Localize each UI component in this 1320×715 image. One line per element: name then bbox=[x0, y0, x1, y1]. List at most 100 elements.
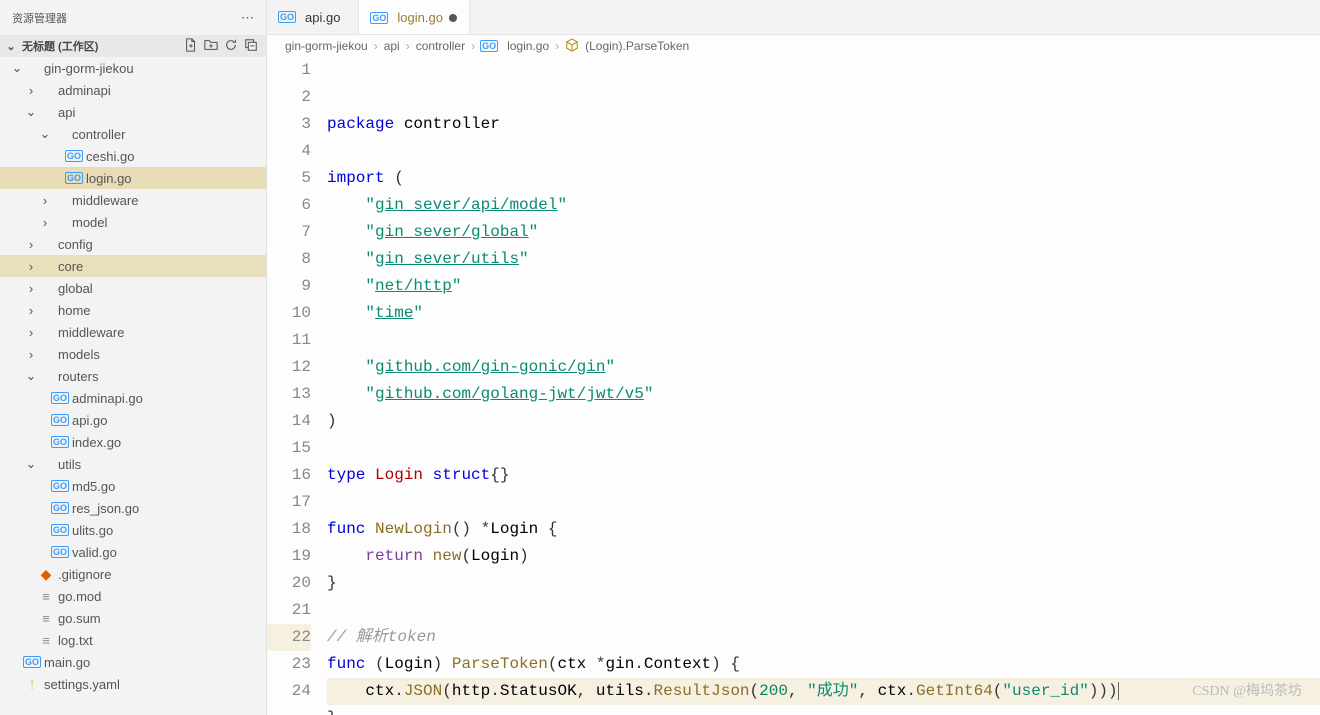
line-number: 15 bbox=[267, 435, 311, 462]
code-line[interactable]: "gin_sever/utils" bbox=[327, 246, 1320, 273]
code-line[interactable]: type Login struct{} bbox=[327, 462, 1320, 489]
chevron-down-icon[interactable]: ⌄ bbox=[24, 456, 38, 472]
code-line[interactable] bbox=[327, 327, 1320, 354]
workspace-header[interactable]: ⌄ 无标题 (工作区) bbox=[0, 35, 266, 57]
code-line[interactable]: func NewLogin() *Login { bbox=[327, 516, 1320, 543]
code-line[interactable] bbox=[327, 489, 1320, 516]
code-line[interactable]: "gin_sever/api/model" bbox=[327, 192, 1320, 219]
folder-item[interactable]: ⌄utils bbox=[0, 453, 266, 475]
go-file-icon: GO bbox=[371, 12, 387, 24]
folder-item[interactable]: ›middleware bbox=[0, 189, 266, 211]
code-line[interactable] bbox=[327, 138, 1320, 165]
breadcrumb-segment[interactable]: login.go bbox=[507, 39, 549, 53]
new-folder-icon[interactable] bbox=[204, 38, 218, 55]
chevron-down-icon[interactable]: ⌄ bbox=[24, 368, 38, 384]
folder-item[interactable]: ⌄ gin-gorm-jiekou bbox=[0, 57, 266, 79]
code-token: 200 bbox=[759, 682, 788, 700]
code-area[interactable]: 123456789101112131415161718192021222324 … bbox=[267, 57, 1320, 715]
file-item[interactable]: GOapi.go bbox=[0, 409, 266, 431]
collapse-all-icon[interactable] bbox=[244, 38, 258, 55]
breadcrumbs[interactable]: gin-gorm-jiekou›api›controller›GOlogin.g… bbox=[267, 35, 1320, 57]
chevron-down-icon[interactable]: ⌄ bbox=[24, 104, 38, 120]
code-line[interactable]: "net/http" bbox=[327, 273, 1320, 300]
file-item[interactable]: ≡go.mod bbox=[0, 585, 266, 607]
refresh-icon[interactable] bbox=[224, 38, 238, 55]
file-item[interactable]: GOulits.go bbox=[0, 519, 266, 541]
code-line[interactable]: } bbox=[327, 570, 1320, 597]
code-token: " bbox=[605, 358, 615, 376]
breadcrumb-segment[interactable]: gin-gorm-jiekou bbox=[285, 39, 368, 53]
file-item[interactable]: GOadminapi.go bbox=[0, 387, 266, 409]
chevron-right-icon[interactable]: › bbox=[24, 281, 38, 296]
file-item[interactable]: ≡log.txt bbox=[0, 629, 266, 651]
file-item[interactable]: GOceshi.go bbox=[0, 145, 266, 167]
chevron-down-icon[interactable]: ⌄ bbox=[10, 60, 24, 76]
file-item[interactable]: ≡go.sum bbox=[0, 607, 266, 629]
symbol-method-icon bbox=[565, 38, 579, 55]
new-file-icon[interactable] bbox=[184, 38, 198, 55]
code-content[interactable]: package controller import ( "gin_sever/ap… bbox=[327, 57, 1320, 715]
code-line[interactable] bbox=[327, 597, 1320, 624]
go-file-icon: GO bbox=[52, 502, 68, 514]
folder-item[interactable]: ›model bbox=[0, 211, 266, 233]
folder-item[interactable]: ⌄api bbox=[0, 101, 266, 123]
code-token: ) bbox=[433, 655, 452, 673]
code-token: * bbox=[586, 655, 605, 673]
code-line[interactable]: } bbox=[327, 705, 1320, 715]
file-item[interactable]: GOindex.go bbox=[0, 431, 266, 453]
file-item[interactable]: GOmain.go bbox=[0, 651, 266, 673]
file-item[interactable]: GOmd5.go bbox=[0, 475, 266, 497]
folder-item[interactable]: › adminapi bbox=[0, 79, 266, 101]
code-token: "user_id" bbox=[1002, 682, 1088, 700]
tree-item-label: core bbox=[58, 259, 83, 274]
file-item[interactable]: !settings.yaml bbox=[0, 673, 266, 695]
file-item[interactable]: GOlogin.go bbox=[0, 167, 266, 189]
chevron-right-icon[interactable]: › bbox=[24, 347, 38, 362]
code-line[interactable]: return new(Login) bbox=[327, 543, 1320, 570]
editor-tab[interactable]: GOlogin.go bbox=[359, 0, 470, 34]
code-line[interactable]: // 解析token bbox=[327, 624, 1320, 651]
line-number: 22 bbox=[267, 624, 311, 651]
file-item[interactable]: GOvalid.go bbox=[0, 541, 266, 563]
folder-item[interactable]: ›config bbox=[0, 233, 266, 255]
chevron-right-icon[interactable]: › bbox=[38, 193, 52, 208]
editor-tab[interactable]: GOapi.go bbox=[267, 0, 359, 34]
code-line[interactable]: func (Login) ParseToken(ctx *gin.Context… bbox=[327, 651, 1320, 678]
folder-item[interactable]: ›middleware bbox=[0, 321, 266, 343]
chevron-down-icon[interactable]: ⌄ bbox=[38, 126, 52, 142]
code-line[interactable]: ctx.JSON(http.StatusOK, utils.ResultJson… bbox=[327, 678, 1320, 705]
go-file-icon: GO bbox=[52, 436, 68, 448]
chevron-right-icon[interactable]: › bbox=[24, 83, 38, 98]
file-item[interactable]: ◆.gitignore bbox=[0, 563, 266, 585]
chevron-right-icon[interactable]: › bbox=[24, 259, 38, 274]
code-line[interactable]: import ( bbox=[327, 165, 1320, 192]
breadcrumb-segment[interactable]: api bbox=[384, 39, 400, 53]
code-line[interactable]: "time" bbox=[327, 300, 1320, 327]
tree-item-label: gin-gorm-jiekou bbox=[44, 61, 134, 76]
file-item[interactable]: GOres_json.go bbox=[0, 497, 266, 519]
code-line[interactable]: package controller bbox=[327, 111, 1320, 138]
chevron-right-icon[interactable]: › bbox=[38, 215, 52, 230]
code-line[interactable] bbox=[327, 435, 1320, 462]
breadcrumb-segment[interactable]: (Login).ParseToken bbox=[585, 39, 689, 53]
chevron-right-icon[interactable]: › bbox=[24, 325, 38, 340]
more-icon[interactable]: ⋯ bbox=[241, 10, 254, 26]
code-line[interactable]: "github.com/golang-jwt/jwt/v5" bbox=[327, 381, 1320, 408]
code-line[interactable]: "github.com/gin-gonic/gin" bbox=[327, 354, 1320, 381]
folder-item[interactable]: › core bbox=[0, 255, 266, 277]
code-line[interactable]: ) bbox=[327, 408, 1320, 435]
line-number: 5 bbox=[267, 165, 311, 192]
tree-item-label: adminapi bbox=[58, 83, 111, 98]
code-token: , bbox=[858, 682, 877, 700]
folder-item[interactable]: ⌄ routers bbox=[0, 365, 266, 387]
tree-item-label: routers bbox=[58, 369, 98, 384]
line-number: 24 bbox=[267, 678, 311, 705]
folder-item[interactable]: ⌄controller bbox=[0, 123, 266, 145]
folder-item[interactable]: ›home bbox=[0, 299, 266, 321]
breadcrumb-segment[interactable]: controller bbox=[416, 39, 465, 53]
chevron-right-icon[interactable]: › bbox=[24, 237, 38, 252]
folder-item[interactable]: ›models bbox=[0, 343, 266, 365]
folder-item[interactable]: ›global bbox=[0, 277, 266, 299]
code-line[interactable]: "gin_sever/global" bbox=[327, 219, 1320, 246]
chevron-right-icon[interactable]: › bbox=[24, 303, 38, 318]
